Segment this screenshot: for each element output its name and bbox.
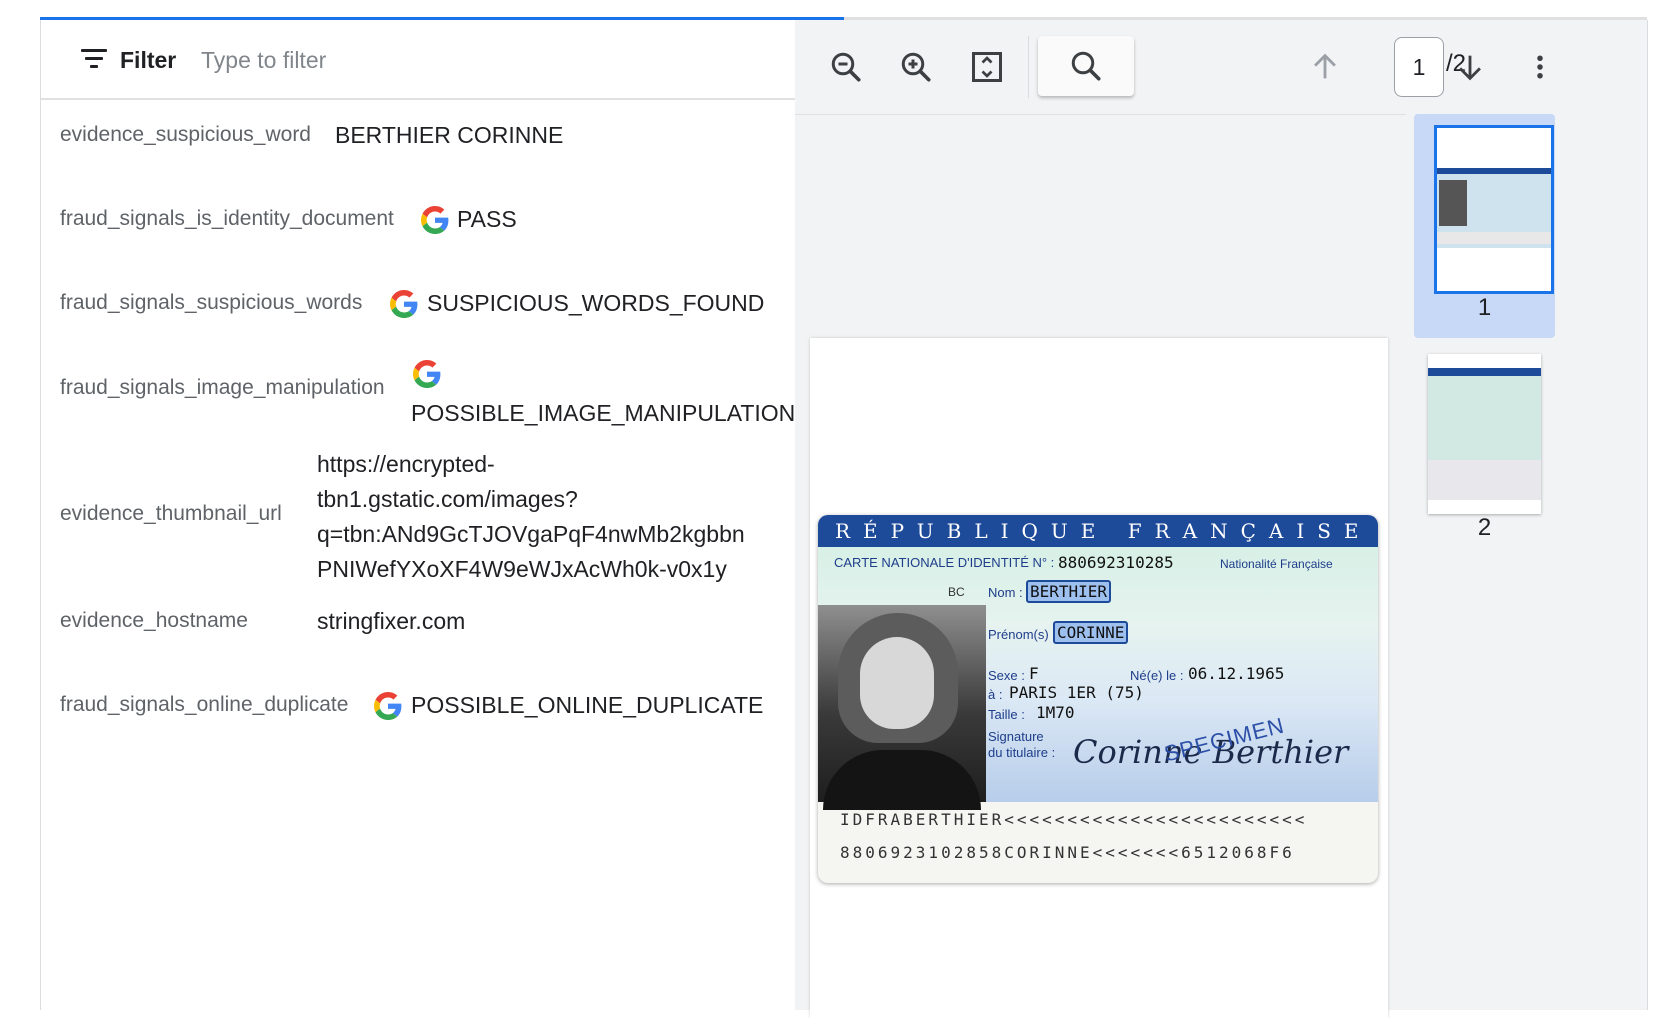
google-icon: [413, 360, 441, 388]
property-key: fraud_signals_suspicious_words: [60, 291, 363, 314]
arrow-down-icon[interactable]: [1445, 42, 1495, 92]
document-viewer: 1 /2 RÉPUBLIQUE FRANÇAISE CARTE NATIONAL…: [795, 20, 1648, 1018]
id-card-signature-label: Signature: [988, 729, 1044, 744]
page-number-input[interactable]: 1: [1394, 37, 1444, 97]
property-key: fraud_signals_online_duplicate: [60, 693, 349, 716]
properties-panel: Filter evidence_suspicious_word BERTHIER…: [40, 20, 796, 1010]
id-card-nom: BERTHIER: [1026, 580, 1112, 603]
id-card-prenom-label: Prénom(s) :: [988, 627, 1056, 642]
toolbar-divider: [1028, 36, 1029, 98]
id-card-sexe: F: [1029, 664, 1039, 683]
id-card-lieu-label: à :: [988, 687, 1003, 702]
id-card-image: RÉPUBLIQUE FRANÇAISE CARTE NATIONALE D'I…: [818, 515, 1378, 883]
property-value: stringfixer.com: [317, 608, 466, 634]
search-button[interactable]: [1038, 36, 1134, 96]
property-key: evidence_suspicious_word: [60, 123, 311, 146]
property-row: fraud_signals_suspicious_words SUSPICIOU…: [41, 286, 795, 356]
id-card-prenom: CORINNE: [1053, 621, 1129, 644]
property-value: POSSIBLE_ONLINE_DUPLICATE: [411, 692, 764, 718]
property-value-line: q=tbn:ANd9GcTJOVgaPqF4nwMb2kgbbn: [317, 521, 745, 547]
id-card-nom-label: Nom :: [988, 585, 1023, 600]
property-value-line: https://encrypted-: [317, 451, 495, 477]
id-card-signature-label: du titulaire :: [988, 745, 1056, 760]
thumbnail-label: 1: [1477, 294, 1492, 321]
property-value: POSSIBLE_IMAGE_MANIPULATION: [411, 400, 795, 426]
google-icon: [421, 206, 449, 234]
id-card-photo: [818, 605, 986, 810]
id-card-mrz-line: IDFRABERTHIER<<<<<<<<<<<<<<<<<<<<<<<<: [840, 810, 1308, 829]
fit-page-icon[interactable]: [962, 42, 1012, 92]
property-key: evidence_thumbnail_url: [60, 502, 282, 525]
zoom-in-icon[interactable]: [891, 42, 941, 92]
property-row: evidence_hostname stringfixer.com: [41, 604, 795, 674]
filter-label: Filter: [120, 47, 177, 73]
property-row: fraud_signals_image_manipulation POSSIBL…: [41, 360, 795, 440]
thumbnail-page-2[interactable]: [1428, 354, 1541, 514]
id-card-title: CARTE NATIONALE D'IDENTITÉ N° :: [834, 555, 1055, 570]
id-card-dob: 06.12.1965: [1188, 664, 1285, 683]
property-row: fraud_signals_online_duplicate POSSIBLE_…: [41, 688, 795, 758]
id-card-lieu: PARIS 1ER (75): [1009, 683, 1144, 702]
property-value-line: tbn1.gstatic.com/images?: [317, 486, 578, 512]
property-key: fraud_signals_image_manipulation: [60, 376, 385, 399]
property-value-line: PNIWefYXoXF4W9eWJxAcWh0k-v0x1y: [317, 556, 727, 582]
more-vert-icon[interactable]: [1515, 42, 1565, 92]
id-card-nationality: Nationalité Française: [1220, 557, 1333, 571]
property-key: fraud_signals_is_identity_document: [60, 207, 394, 230]
property-value: BERTHIER CORINNE: [335, 122, 564, 148]
id-card-taille-label: Taille :: [988, 707, 1025, 722]
id-card-header: RÉPUBLIQUE FRANÇAISE: [818, 515, 1378, 547]
property-row: fraud_signals_is_identity_document PASS: [41, 202, 795, 272]
viewer-toolbar: 1 /2: [795, 20, 1647, 115]
id-card-sexe-label: Sexe :: [988, 668, 1025, 683]
filter-list-icon[interactable]: [81, 49, 107, 69]
search-icon: [1071, 51, 1101, 81]
id-card-body: CARTE NATIONALE D'IDENTITÉ N° : 88069231…: [818, 547, 1378, 810]
google-icon: [390, 290, 418, 318]
property-key: evidence_hostname: [60, 609, 248, 632]
thumbnail-page-1[interactable]: 1: [1414, 114, 1555, 338]
document-page: RÉPUBLIQUE FRANÇAISE CARTE NATIONALE D'I…: [810, 338, 1388, 1018]
id-card-dob-label: Né(e) le :: [1130, 668, 1184, 683]
property-value: SUSPICIOUS_WORDS_FOUND: [427, 290, 765, 316]
id-card-number: 880692310285: [1058, 553, 1174, 572]
thumbnail-sidebar: 1 2: [1406, 114, 1647, 1010]
property-row: evidence_suspicious_word BERTHIER CORINN…: [41, 118, 795, 188]
arrow-up-icon[interactable]: [1300, 42, 1350, 92]
filter-input[interactable]: [199, 42, 623, 78]
property-value: PASS: [457, 206, 517, 232]
google-icon: [374, 692, 402, 720]
value-clip: POSSIBLE_IMAGE_MANIPULATION: [411, 400, 795, 434]
id-card-mrz-line: 8806923102858CORINNE<<<<<<<6512068F6: [840, 843, 1295, 862]
property-row: evidence_thumbnail_url https://encrypted…: [41, 448, 795, 598]
id-card-bc: BC: [948, 585, 965, 599]
zoom-out-icon[interactable]: [821, 42, 871, 92]
thumbnail-label: 2: [1477, 514, 1492, 541]
thumbnail-image: [1434, 125, 1554, 294]
id-card-taille: 1M70: [1036, 703, 1075, 722]
filter-bar: Filter: [41, 20, 795, 100]
